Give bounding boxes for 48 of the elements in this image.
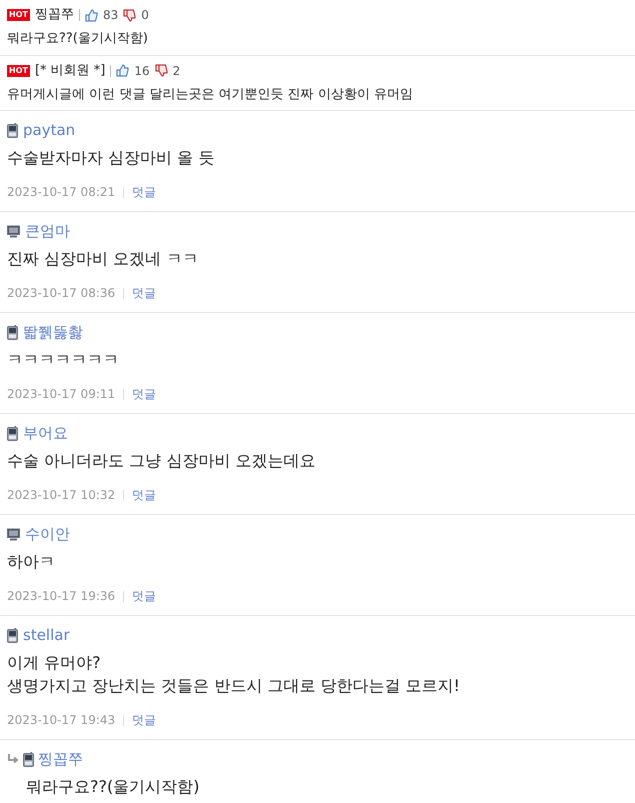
comment-text: 뭐라구요??(울기시작함): [7, 30, 149, 48]
author-link[interactable]: 똷쮉뚫촳: [23, 320, 83, 344]
reply-link[interactable]: 덧글: [132, 711, 156, 729]
phone-icon: [7, 324, 18, 340]
reply-link[interactable]: 덧글: [132, 587, 156, 605]
author-link[interactable]: 수이안: [25, 522, 70, 546]
comment-date: 2023-10-17 08:21: [7, 184, 116, 201]
dislike-count: 0: [141, 7, 149, 24]
author-link[interactable]: 부어요: [23, 422, 68, 444]
author-link[interactable]: stellar: [23, 624, 70, 646]
reply-link[interactable]: 덧글: [132, 385, 156, 403]
reply-link[interactable]: 덧글: [132, 183, 156, 201]
comment-text: 수술받자마자 심장마비 올 듯: [7, 147, 216, 169]
reply-link[interactable]: 덧글: [132, 284, 156, 302]
author-name: 찡꼽쭈: [34, 6, 74, 24]
thumbs-up-icon[interactable]: [116, 64, 130, 77]
reply-arrow-icon: [7, 754, 19, 764]
comment-date: 2023-10-17 19:43: [7, 712, 116, 729]
comment-text: ㅋㅋㅋㅋㅋㅋㅋ: [7, 349, 120, 371]
thumbs-down-icon[interactable]: [154, 64, 168, 77]
like-count: 83: [102, 7, 118, 24]
phone-icon: [7, 426, 18, 440]
author-link[interactable]: 찡꼽쭈: [38, 748, 83, 770]
comment-text: 유머게시글에 이런 댓글 달리는곳은 여기뿐인듯 진짜 이상황이 유머임: [7, 86, 414, 104]
thumbs-down-icon[interactable]: [123, 8, 136, 22]
comment-text: 진짜 심장마비 오겠네 ㅋㅋ: [7, 248, 200, 270]
comment-date: 2023-10-17 10:32: [7, 487, 116, 504]
author-link[interactable]: paytan: [23, 118, 76, 142]
hot-badge: HOT: [7, 9, 30, 21]
comment-text: 수술 아니더라도 그냥 심장마비 오겠는데요: [7, 450, 316, 472]
phone-icon: [7, 628, 18, 642]
comment-date: 2023-10-17 19:36: [7, 588, 116, 605]
comment-text: 뭐라구요??(울기시작함): [25, 776, 200, 798]
author-name: [* 비회원 *]: [34, 62, 106, 80]
phone-icon: [23, 752, 34, 766]
dislike-count: 2: [172, 62, 180, 80]
comment-text: 하아ㅋ: [7, 551, 56, 573]
phone-icon: [7, 122, 18, 138]
comment-date: 2023-10-17 09:11: [7, 386, 116, 403]
reply-link[interactable]: 덧글: [132, 486, 156, 504]
author-link[interactable]: 큰엄마: [25, 220, 70, 242]
monitor-icon: [7, 528, 20, 540]
comment-text: 이게 유머야? 생명가지고 장난치는 것들은 반드시 그대로 당한다는걸 모르지!: [7, 652, 461, 697]
monitor-icon: [7, 224, 20, 238]
thumbs-up-icon[interactable]: [84, 8, 98, 22]
like-count: 16: [134, 62, 150, 80]
hot-badge: HOT: [7, 64, 30, 76]
comment-date: 2023-10-17 08:36: [7, 285, 116, 302]
